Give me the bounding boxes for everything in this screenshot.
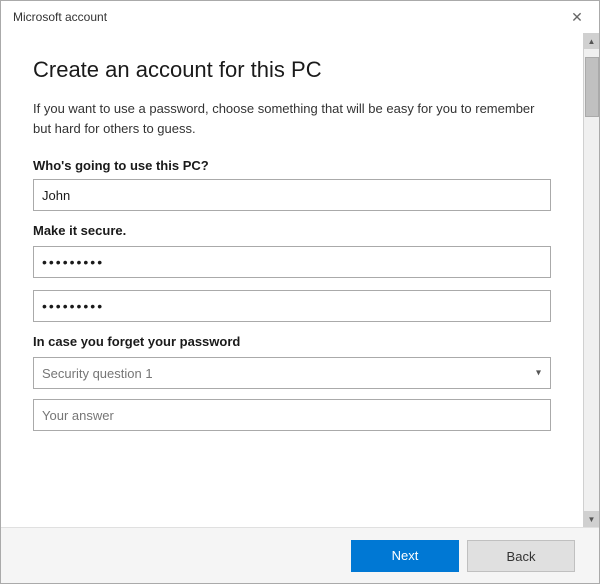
- description-text: If you want to use a password, choose so…: [33, 99, 551, 138]
- next-button[interactable]: Next: [351, 540, 459, 572]
- close-icon: ✕: [571, 9, 583, 26]
- window-title: Microsoft account: [13, 10, 107, 24]
- security-question-dropdown[interactable]: Security question 1: [33, 357, 551, 389]
- password-input[interactable]: [33, 246, 551, 278]
- security-question-wrapper: Security question 1 ▾: [33, 357, 551, 389]
- username-input[interactable]: [33, 179, 551, 211]
- scrollbar: ▲ ▼: [583, 33, 599, 527]
- scroll-down-icon: ▼: [588, 515, 596, 524]
- content-area: Create an account for this PC If you wan…: [1, 33, 599, 527]
- title-bar: Microsoft account ✕: [1, 1, 599, 33]
- username-field-group: Who's going to use this PC?: [33, 158, 551, 223]
- scroll-up-icon: ▲: [588, 37, 596, 46]
- page-title: Create an account for this PC: [33, 57, 551, 83]
- scrollbar-thumb[interactable]: [585, 57, 599, 117]
- scrollbar-track: [584, 49, 599, 511]
- microsoft-account-window: Microsoft account ✕ Create an account fo…: [0, 0, 600, 584]
- confirm-password-input[interactable]: [33, 290, 551, 322]
- password-label: Make it secure.: [33, 223, 551, 238]
- scroll-up-button[interactable]: ▲: [584, 33, 600, 49]
- security-section: In case you forget your password Securit…: [33, 334, 551, 443]
- scroll-down-button[interactable]: ▼: [584, 511, 600, 527]
- footer: Next Back: [1, 527, 599, 583]
- security-answer-input[interactable]: [33, 399, 551, 431]
- username-label: Who's going to use this PC?: [33, 158, 551, 173]
- close-button[interactable]: ✕: [567, 7, 587, 27]
- security-label: In case you forget your password: [33, 334, 551, 349]
- back-button[interactable]: Back: [467, 540, 575, 572]
- main-content: Create an account for this PC If you wan…: [1, 33, 583, 527]
- password-section: Make it secure.: [33, 223, 551, 334]
